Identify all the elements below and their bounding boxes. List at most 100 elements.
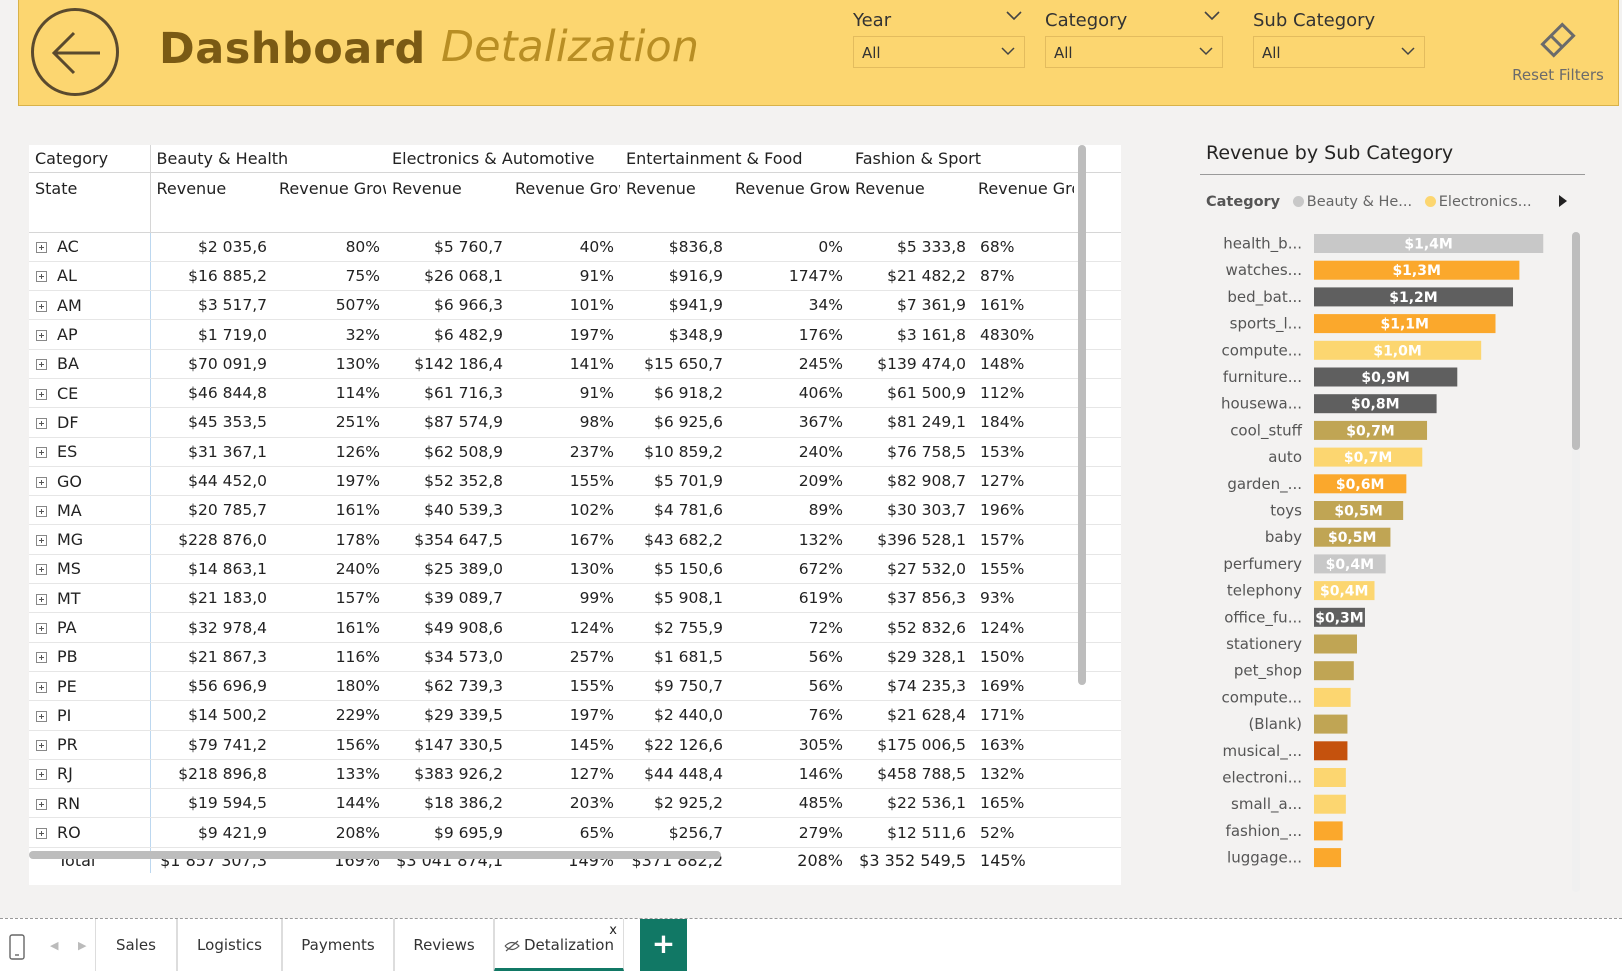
tab-logistics[interactable]: Logistics — [177, 919, 282, 971]
corner-category-label: Category — [29, 145, 151, 173]
bar[interactable] — [1314, 848, 1342, 868]
revenue-cell: $21 183,0 — [150, 583, 273, 614]
measure-header[interactable]: Revenue — [386, 172, 510, 233]
measure-header[interactable]: Revenue Growth % — [509, 172, 621, 233]
expand-plus-icon[interactable] — [36, 564, 47, 576]
expand-plus-icon[interactable] — [36, 769, 47, 781]
measure-header[interactable]: Revenue Growth % — [273, 172, 387, 233]
state-label: MA — [57, 500, 82, 520]
measure-header[interactable]: Revenue — [150, 172, 273, 233]
bar-category-label: stationery — [1226, 635, 1302, 653]
bar-category-label: watches... — [1226, 261, 1302, 279]
tab-label: Detalization — [524, 936, 614, 954]
expand-plus-icon[interactable] — [36, 359, 47, 371]
close-tab-icon[interactable]: x — [609, 905, 617, 957]
revenue-cell: $27 532,0 — [849, 554, 973, 585]
measure-header[interactable]: Revenue Growth % — [972, 172, 1075, 233]
expand-plus-icon[interactable] — [36, 623, 47, 634]
year-dropdown[interactable]: All — [853, 36, 1025, 68]
expand-plus-icon[interactable] — [36, 271, 47, 283]
matrix-horizontal-scrollbar[interactable] — [29, 851, 721, 859]
subcategory-slicer-header[interactable]: Sub Category — [1253, 6, 1425, 36]
category-header[interactable]: Entertainment & Food — [620, 145, 850, 173]
tab-reviews[interactable]: Reviews — [394, 919, 494, 971]
state-label: RO — [57, 823, 81, 843]
expand-plus-icon[interactable] — [36, 710, 47, 722]
tab-next-arrow-icon[interactable]: ▶ — [78, 939, 86, 952]
back-button[interactable] — [31, 8, 119, 96]
bar[interactable] — [1314, 794, 1346, 814]
expand-plus-icon[interactable] — [36, 505, 47, 517]
state-label: DF — [57, 412, 79, 432]
expand-plus-icon[interactable] — [36, 593, 47, 605]
expand-plus-icon[interactable] — [36, 828, 47, 840]
tab-detalization[interactable]: Detalization x — [494, 919, 624, 971]
revenue-cell: $16 885,2 — [150, 261, 273, 292]
revenue-cell: $30 303,7 — [849, 495, 973, 526]
row-filler — [1074, 788, 1121, 819]
subcategory-dropdown[interactable]: All — [1253, 36, 1425, 68]
row-filler — [1074, 759, 1121, 790]
expand-plus-icon[interactable] — [36, 447, 47, 459]
tab-sales[interactable]: Sales — [95, 919, 177, 971]
bar[interactable] — [1314, 821, 1343, 841]
expand-plus-icon[interactable] — [36, 798, 47, 810]
reset-filters-button[interactable]: Reset Filters — [1499, 20, 1617, 86]
revenue-cell: $61 716,3 — [386, 378, 510, 409]
year-slicer-header[interactable]: Year — [853, 6, 1025, 36]
measure-header[interactable]: Revenue — [849, 172, 973, 233]
growth-cell: 40% — [509, 232, 621, 262]
add-page-button[interactable]: + — [640, 919, 687, 971]
bar[interactable] — [1314, 741, 1348, 761]
growth-cell: 1747% — [729, 261, 850, 292]
growth-cell: 124% — [509, 612, 621, 643]
expand-plus-icon[interactable] — [36, 242, 47, 254]
growth-cell: 240% — [729, 437, 850, 467]
growth-cell: 0% — [729, 232, 850, 262]
row-header-state: DF — [29, 407, 151, 438]
bar[interactable] — [1314, 661, 1354, 681]
growth-cell: 65% — [509, 817, 621, 848]
category-dropdown[interactable]: All — [1045, 36, 1223, 68]
revenue-cell: $10 859,2 — [620, 437, 730, 467]
year-value: All — [862, 44, 881, 62]
table-row: RO $9 421,9 208% $9 695,9 65% $256,7 279% $12 5… — [29, 817, 1121, 848]
expand-plus-icon[interactable] — [36, 330, 47, 342]
bar-data-label: $1,4M — [1404, 237, 1452, 253]
bar[interactable] — [1314, 714, 1348, 734]
expand-plus-icon[interactable] — [36, 388, 47, 400]
growth-cell: 80% — [273, 232, 387, 262]
page-title: Dashboard — [159, 24, 426, 74]
bar[interactable] — [1314, 687, 1351, 707]
total-growth-cell: 145% — [972, 846, 1075, 874]
chart-vertical-scrollbar[interactable] — [1572, 232, 1580, 450]
growth-cell: 406% — [729, 378, 850, 409]
category-header[interactable]: Beauty & Health — [150, 145, 387, 173]
tab-payments[interactable]: Payments — [282, 919, 394, 971]
growth-cell: 98% — [509, 407, 621, 438]
matrix-vertical-scrollbar[interactable] — [1078, 145, 1086, 685]
table-row: DF $45 353,5 251% $87 574,9 98% $6 925,6 367% $… — [29, 407, 1121, 438]
revenue-cell: $2 925,2 — [620, 788, 730, 819]
category-header[interactable]: Fashion & Sport — [849, 145, 1075, 173]
measure-header[interactable]: Revenue — [620, 172, 730, 233]
expand-plus-icon[interactable] — [36, 417, 47, 429]
measure-header[interactable]: Revenue Growth % — [729, 172, 850, 233]
bar[interactable] — [1314, 634, 1357, 654]
expand-plus-icon[interactable] — [36, 740, 47, 752]
expand-plus-icon[interactable] — [36, 300, 47, 312]
revenue-cell: $2 755,9 — [620, 612, 730, 643]
expand-plus-icon[interactable] — [36, 476, 47, 488]
bar[interactable] — [1314, 768, 1346, 787]
state-label: MG — [57, 530, 84, 550]
matrix-measure-header-row: State Revenue Revenue Growth % Revenue R… — [29, 172, 1121, 233]
eraser-icon — [1540, 22, 1576, 58]
expand-plus-icon[interactable] — [36, 681, 47, 693]
category-header[interactable]: Electronics & Automotive — [386, 145, 621, 173]
tab-prev-arrow-icon[interactable]: ◀ — [50, 939, 58, 952]
mobile-layout-icon[interactable] — [8, 933, 26, 961]
expand-plus-icon[interactable] — [36, 535, 47, 547]
category-slicer-header[interactable]: Category — [1045, 6, 1223, 36]
growth-cell: 150% — [972, 642, 1075, 672]
expand-plus-icon[interactable] — [36, 652, 47, 664]
